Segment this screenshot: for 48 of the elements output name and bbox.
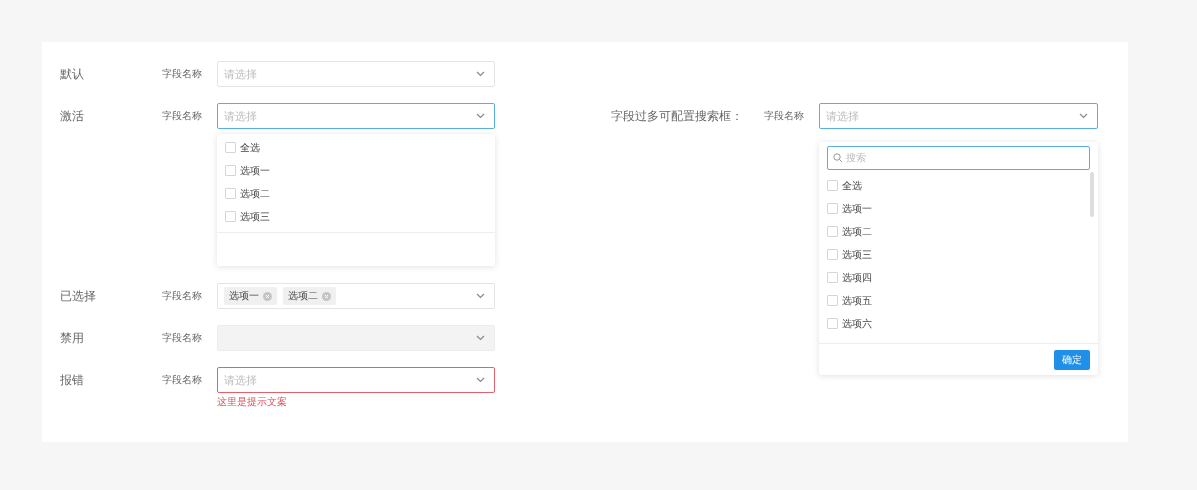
- checkbox[interactable]: [225, 211, 236, 222]
- checkbox[interactable]: [827, 249, 838, 260]
- checkbox[interactable]: [225, 188, 236, 199]
- option-label[interactable]: 选项五: [842, 293, 872, 308]
- field-label: 字段名称: [162, 373, 203, 387]
- close-icon[interactable]: [263, 291, 272, 301]
- row-label: 禁用: [60, 330, 85, 347]
- tag: 选项一: [224, 287, 277, 305]
- close-icon[interactable]: [322, 291, 331, 301]
- option-label[interactable]: 选项六: [842, 316, 872, 331]
- scrollbar[interactable]: [1090, 172, 1094, 217]
- option-label[interactable]: 全选: [842, 178, 862, 193]
- checkbox[interactable]: [225, 165, 236, 176]
- option-label[interactable]: 全选: [240, 140, 260, 155]
- checkbox[interactable]: [827, 272, 838, 283]
- field-label: 字段名称: [162, 67, 203, 81]
- field-label: 字段名称: [162, 289, 203, 303]
- field-label: 字段名称: [162, 109, 203, 123]
- row-label: 激活: [60, 108, 85, 125]
- field-label: 字段名称: [764, 109, 805, 123]
- row-label: 字段过多可配置搜索框：: [611, 108, 743, 125]
- row-label: 报错: [60, 372, 85, 389]
- row-label: 已选择: [60, 288, 97, 305]
- chevron-down-icon: [1079, 113, 1088, 119]
- option-label[interactable]: 选项三: [240, 209, 270, 224]
- field-label: 字段名称: [162, 331, 203, 345]
- option-label[interactable]: 选项二: [842, 224, 872, 239]
- select-field[interactable]: 选项一 选项二: [217, 283, 495, 309]
- row-label: 默认: [60, 66, 85, 83]
- chevron-down-icon: [476, 113, 485, 119]
- chevron-down-icon: [476, 293, 485, 299]
- tag: 选项二: [283, 287, 336, 305]
- checkbox[interactable]: [827, 295, 838, 306]
- chevron-down-icon: [476, 71, 485, 77]
- chevron-down-icon: [476, 377, 485, 383]
- checkbox[interactable]: [827, 180, 838, 191]
- checkbox[interactable]: [827, 226, 838, 237]
- option-label[interactable]: 选项二: [240, 186, 270, 201]
- search-icon: [833, 153, 843, 163]
- checkbox[interactable]: [827, 318, 838, 329]
- chevron-down-icon: [476, 335, 485, 341]
- option-label[interactable]: 选项一: [240, 163, 270, 178]
- option-label[interactable]: 选项一: [842, 201, 872, 216]
- option-label[interactable]: 选项三: [842, 247, 872, 262]
- error-message: 这里是提示文案: [217, 395, 288, 409]
- option-label[interactable]: 选项四: [842, 270, 872, 285]
- checkbox[interactable]: [225, 142, 236, 153]
- checkbox[interactable]: [827, 203, 838, 214]
